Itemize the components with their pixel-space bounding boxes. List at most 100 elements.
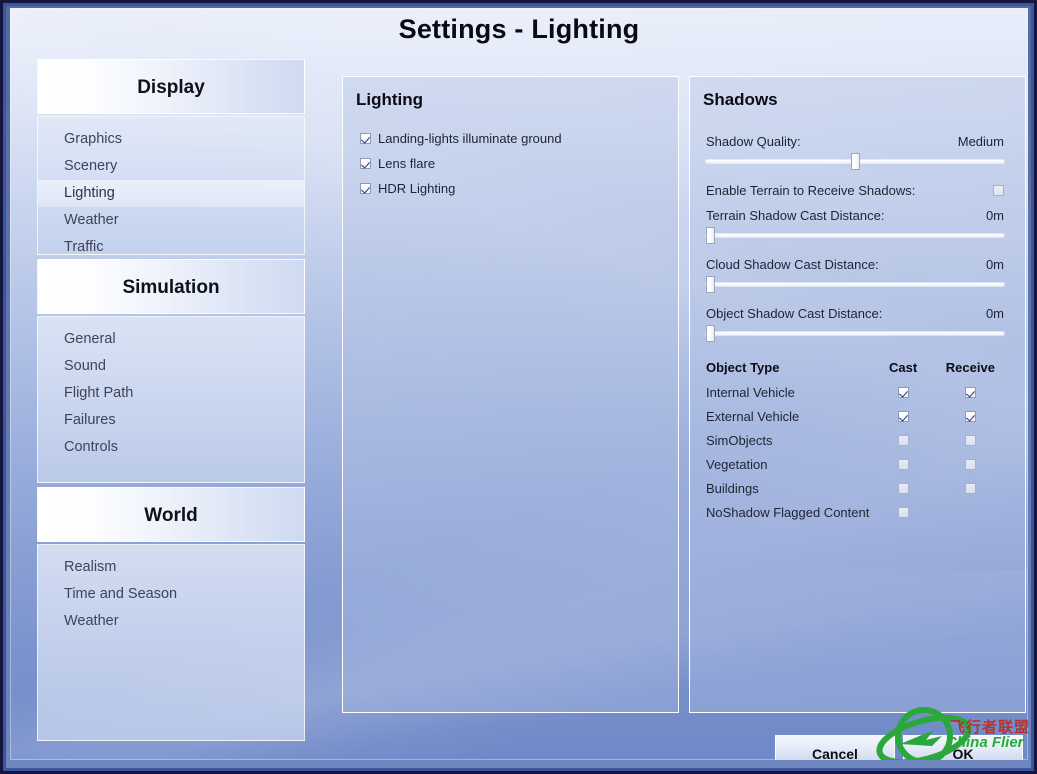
dialog-surface: Settings - Lighting Display Graphics Sce… xyxy=(10,8,1028,760)
cell-cast-simobjects[interactable] xyxy=(869,435,936,446)
watermark-text-cn: 飞行者联盟 xyxy=(950,716,1028,737)
column-header-receive: Receive xyxy=(937,360,1004,375)
cloud-distance-label: Cloud Shadow Cast Distance: xyxy=(706,257,879,272)
column-header-object-type: Object Type xyxy=(706,360,869,375)
row-label-simobjects: SimObjects xyxy=(706,433,869,448)
object-distance-slider[interactable] xyxy=(706,325,1004,341)
shadow-quality-slider[interactable] xyxy=(706,153,1004,169)
sidebar-list-world: Realism Time and Season Weather xyxy=(37,544,305,741)
object-distance-slider-thumb[interactable] xyxy=(706,325,715,342)
sidebar-header-display: Display xyxy=(37,59,305,114)
checkbox-receive-simobjects-icon[interactable] xyxy=(965,435,976,446)
sidebar-item-graphics[interactable]: Graphics xyxy=(38,126,304,153)
cell-cast-external-vehicle[interactable] xyxy=(869,411,936,422)
cloud-distance-slider-thumb[interactable] xyxy=(706,276,715,293)
terrain-receive-row[interactable]: Enable Terrain to Receive Shadows: xyxy=(706,183,1004,198)
cloud-distance-slider-track[interactable] xyxy=(706,283,1004,286)
cell-receive-external-vehicle[interactable] xyxy=(937,411,1004,422)
cancel-button[interactable]: Cancel xyxy=(775,735,895,760)
terrain-receive-label: Enable Terrain to Receive Shadows: xyxy=(706,183,915,198)
checkbox-terrain-receive-icon[interactable] xyxy=(993,185,1004,196)
shadows-panel: Shadows Shadow Quality: Medium Enable Te… xyxy=(689,76,1026,713)
sidebar-header-world: World xyxy=(37,487,305,542)
row-label-internal-vehicle: Internal Vehicle xyxy=(706,385,869,400)
checkbox-cast-internal-vehicle-icon[interactable] xyxy=(898,387,909,398)
checkbox-receive-vegetation-icon[interactable] xyxy=(965,459,976,470)
cell-receive-vegetation[interactable] xyxy=(937,459,1004,470)
checkbox-receive-buildings-icon[interactable] xyxy=(965,483,976,494)
shadow-quality-label: Shadow Quality: xyxy=(706,134,801,149)
lighting-panel: Lighting Landing-lights illuminate groun… xyxy=(342,76,679,713)
checkbox-landing-lights-label: Landing-lights illuminate ground xyxy=(378,131,562,146)
object-shadow-table: Object Type Cast Receive Internal Vehicl… xyxy=(706,355,1004,524)
cell-receive-simobjects[interactable] xyxy=(937,435,1004,446)
checkbox-cast-simobjects-icon[interactable] xyxy=(898,435,909,446)
object-distance-row: Object Shadow Cast Distance: 0m xyxy=(706,306,1004,321)
terrain-distance-value: 0m xyxy=(986,208,1004,223)
checkbox-row-hdr-lighting[interactable]: HDR Lighting xyxy=(360,176,678,201)
shadow-quality-row: Shadow Quality: Medium xyxy=(706,134,1004,149)
shadow-quality-slider-thumb[interactable] xyxy=(851,153,860,170)
sidebar-list-simulation: General Sound Flight Path Failures Contr… xyxy=(37,316,305,483)
checkbox-hdr-lighting-icon[interactable] xyxy=(360,183,371,194)
terrain-distance-slider[interactable] xyxy=(706,227,1004,243)
settings-window: Settings - Lighting Display Graphics Sce… xyxy=(0,0,1037,774)
lighting-options-group: Landing-lights illuminate ground Lens fl… xyxy=(343,126,678,201)
checkbox-cast-vegetation-icon[interactable] xyxy=(898,459,909,470)
row-label-vegetation: Vegetation xyxy=(706,457,869,472)
row-label-buildings: Buildings xyxy=(706,481,869,496)
object-distance-label: Object Shadow Cast Distance: xyxy=(706,306,882,321)
table-header-row: Object Type Cast Receive xyxy=(706,355,1004,380)
ok-button[interactable]: OK xyxy=(903,735,1023,760)
shadows-panel-body: Shadow Quality: Medium Enable Terrain to… xyxy=(690,110,1025,524)
cloud-distance-slider[interactable] xyxy=(706,276,1004,292)
cell-receive-buildings[interactable] xyxy=(937,483,1004,494)
checkbox-cast-buildings-icon[interactable] xyxy=(898,483,909,494)
checkbox-lens-flare-icon[interactable] xyxy=(360,158,371,169)
sidebar-item-time-and-season[interactable]: Time and Season xyxy=(38,581,304,608)
cloud-distance-value: 0m xyxy=(986,257,1004,272)
checkbox-hdr-lighting-label: HDR Lighting xyxy=(378,181,455,196)
cell-cast-noshadow-flagged-content[interactable] xyxy=(869,507,936,518)
object-distance-value: 0m xyxy=(986,306,1004,321)
page-title: Settings - Lighting xyxy=(10,14,1028,45)
sidebar-item-failures[interactable]: Failures xyxy=(38,407,304,434)
sidebar-item-realism[interactable]: Realism xyxy=(38,554,304,581)
sidebar-item-weather[interactable]: Weather xyxy=(38,207,304,234)
cell-receive-internal-vehicle[interactable] xyxy=(937,387,1004,398)
table-row: NoShadow Flagged Content xyxy=(706,500,1004,524)
shadow-quality-value: Medium xyxy=(958,134,1004,149)
cell-cast-vegetation[interactable] xyxy=(869,459,936,470)
checkbox-cast-noshadow-flagged-content-icon[interactable] xyxy=(898,507,909,518)
sidebar-item-sound[interactable]: Sound xyxy=(38,353,304,380)
sidebar-item-lighting[interactable]: Lighting xyxy=(38,180,304,207)
cell-cast-internal-vehicle[interactable] xyxy=(869,387,936,398)
checkbox-receive-internal-vehicle-icon[interactable] xyxy=(965,387,976,398)
checkbox-receive-external-vehicle-icon[interactable] xyxy=(965,411,976,422)
sidebar-item-controls[interactable]: Controls xyxy=(38,434,304,461)
terrain-distance-slider-track[interactable] xyxy=(706,234,1004,237)
row-label-noshadow-flagged-content: NoShadow Flagged Content xyxy=(706,505,869,520)
checkbox-cast-external-vehicle-icon[interactable] xyxy=(898,411,909,422)
checkbox-row-lens-flare[interactable]: Lens flare xyxy=(360,151,678,176)
checkbox-lens-flare-label: Lens flare xyxy=(378,156,435,171)
sidebar: Display Graphics Scenery Lighting Weathe… xyxy=(37,59,305,745)
sidebar-item-flight-path[interactable]: Flight Path xyxy=(38,380,304,407)
object-distance-slider-track[interactable] xyxy=(706,332,1004,335)
terrain-distance-label: Terrain Shadow Cast Distance: xyxy=(706,208,884,223)
sidebar-item-traffic[interactable]: Traffic xyxy=(38,234,304,261)
table-row: External Vehicle xyxy=(706,404,1004,428)
checkbox-row-landing-lights[interactable]: Landing-lights illuminate ground xyxy=(360,126,678,151)
table-row: Internal Vehicle xyxy=(706,380,1004,404)
table-row: SimObjects xyxy=(706,428,1004,452)
sidebar-item-scenery[interactable]: Scenery xyxy=(38,153,304,180)
cell-cast-buildings[interactable] xyxy=(869,483,936,494)
cloud-distance-row: Cloud Shadow Cast Distance: 0m xyxy=(706,257,1004,272)
lighting-panel-title: Lighting xyxy=(356,90,678,110)
sidebar-item-general[interactable]: General xyxy=(38,326,304,353)
sidebar-item-world-weather[interactable]: Weather xyxy=(38,608,304,635)
checkbox-landing-lights-icon[interactable] xyxy=(360,133,371,144)
sidebar-header-simulation: Simulation xyxy=(37,259,305,314)
row-label-external-vehicle: External Vehicle xyxy=(706,409,869,424)
terrain-distance-slider-thumb[interactable] xyxy=(706,227,715,244)
